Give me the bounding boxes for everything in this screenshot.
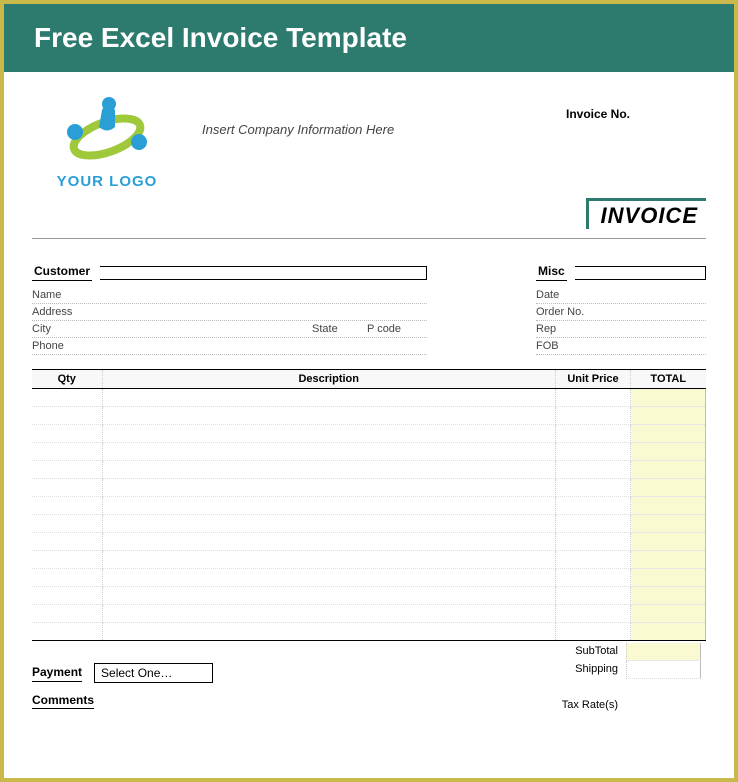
subtotal-row: SubTotal — [506, 643, 706, 661]
misc-header-label: Misc — [536, 264, 567, 281]
table-row[interactable] — [32, 515, 706, 533]
misc-rep-row[interactable]: Rep — [536, 321, 706, 338]
table-row[interactable] — [32, 479, 706, 497]
table-row[interactable] — [32, 551, 706, 569]
tax-row: Tax Rate(s) — [506, 697, 706, 715]
fob-label: FOB — [536, 340, 596, 352]
table-row[interactable] — [32, 443, 706, 461]
tax-label: Tax Rate(s) — [506, 697, 626, 715]
customer-header-label: Customer — [32, 264, 92, 281]
table-row[interactable] — [32, 389, 706, 407]
invoice-number-label: Invoice No. — [566, 92, 706, 121]
shipping-value[interactable] — [626, 661, 701, 679]
table-row[interactable] — [32, 587, 706, 605]
tax-value[interactable] — [626, 697, 701, 715]
invoice-title: INVOICE — [586, 198, 706, 229]
company-info-placeholder[interactable]: Insert Company Information Here — [182, 92, 566, 137]
misc-box: Misc Date Order No. Rep FOB — [536, 264, 706, 355]
name-label: Name — [32, 289, 92, 301]
info-row: Customer Name Address City State P code … — [32, 264, 706, 355]
table-header-row: Qty Description Unit Price TOTAL — [32, 370, 706, 389]
table-row[interactable] — [32, 569, 706, 587]
date-label: Date — [536, 289, 596, 301]
subtotal-label: SubTotal — [506, 643, 626, 661]
customer-box: Customer Name Address City State P code … — [32, 264, 427, 355]
shipping-label: Shipping — [506, 661, 626, 679]
col-description: Description — [102, 370, 556, 389]
subtotal-value — [626, 643, 701, 661]
misc-date-row[interactable]: Date — [536, 287, 706, 304]
customer-name-row[interactable]: Name — [32, 287, 427, 304]
shipping-row: Shipping — [506, 661, 706, 679]
bottom-section: Payment Select One… Comments SubTotal Sh… — [32, 643, 706, 715]
company-logo-icon — [47, 92, 167, 172]
misc-fob-row[interactable]: FOB — [536, 338, 706, 355]
col-unit-price: Unit Price — [556, 370, 631, 389]
state-label: State — [312, 323, 367, 335]
misc-orderno-row[interactable]: Order No. — [536, 304, 706, 321]
totals-area: SubTotal Shipping Tax Rate(s) — [506, 643, 706, 715]
payment-row: Payment Select One… — [32, 663, 506, 683]
bottom-left: Payment Select One… Comments — [32, 643, 506, 715]
logo-text: YOUR LOGO — [32, 173, 182, 190]
comments-label: Comments — [32, 693, 94, 709]
table-row[interactable] — [32, 461, 706, 479]
pcode-label: P code — [367, 323, 427, 335]
customer-header: Customer — [32, 264, 427, 281]
orderno-label: Order No. — [536, 306, 596, 318]
col-qty: Qty — [32, 370, 102, 389]
header-banner: Free Excel Invoice Template — [4, 4, 734, 72]
customer-address-row[interactable]: Address — [32, 304, 427, 321]
invoice-content: YOUR LOGO Insert Company Information Her… — [4, 72, 734, 715]
customer-city-row[interactable]: City State P code — [32, 321, 427, 338]
table-row[interactable] — [32, 425, 706, 443]
table-row[interactable] — [32, 497, 706, 515]
address-label: Address — [32, 306, 92, 318]
table-row[interactable] — [32, 407, 706, 425]
top-section: YOUR LOGO Insert Company Information Her… — [32, 92, 706, 190]
phone-label: Phone — [32, 340, 92, 352]
invoice-title-row: INVOICE — [32, 198, 706, 230]
misc-header: Misc — [536, 264, 706, 281]
col-total: TOTAL — [631, 370, 706, 389]
logo-area: YOUR LOGO — [32, 92, 182, 190]
page-title: Free Excel Invoice Template — [34, 22, 704, 54]
table-row[interactable] — [32, 605, 706, 623]
table-row[interactable] — [32, 623, 706, 641]
items-table: Qty Description Unit Price TOTAL — [32, 369, 706, 641]
city-label: City — [32, 323, 92, 335]
rep-label: Rep — [536, 323, 596, 335]
payment-label: Payment — [32, 665, 82, 682]
divider — [32, 238, 706, 239]
table-row[interactable] — [32, 533, 706, 551]
payment-select[interactable]: Select One… — [94, 663, 213, 683]
customer-phone-row[interactable]: Phone — [32, 338, 427, 355]
